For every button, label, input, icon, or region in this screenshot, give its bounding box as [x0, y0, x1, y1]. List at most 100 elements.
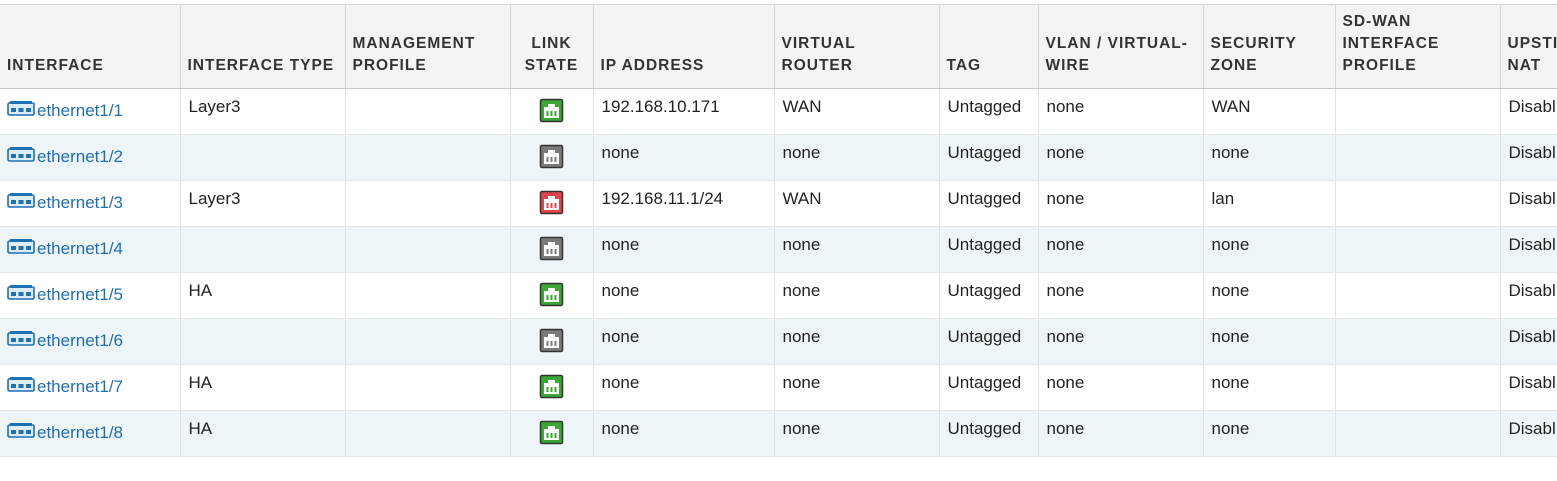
interface-link[interactable]: ethernet1/1 — [7, 100, 123, 122]
cell-ip: none — [593, 364, 775, 411]
table-row[interactable]: ethernet1/4 none none Untagged none none Disab… — [0, 226, 1557, 273]
column-header-line: SECURITY — [1210, 35, 1297, 52]
zone-value: WAN — [1211, 97, 1251, 116]
table-row[interactable]: ethernet1/5 HA none none Untagged none none Dis… — [0, 272, 1557, 319]
cell-type: Layer3 — [180, 88, 346, 135]
cell-type: HA — [180, 272, 346, 319]
link-up-icon — [539, 420, 564, 449]
cell-vlan: none — [1038, 410, 1204, 457]
interface-link[interactable]: ethernet1/7 — [7, 376, 123, 398]
table-row[interactable]: ethernet1/7 HA none none Untagged none none Dis… — [0, 364, 1557, 411]
table-row[interactable]: ethernet1/3 Layer3 192.168.11.1/24 WAN Untag… — [0, 180, 1557, 227]
cell-vlan: none — [1038, 272, 1204, 319]
tag-value: Untagged — [947, 327, 1022, 346]
cell-zone: lan — [1203, 180, 1336, 227]
column-header-line: WIRE — [1045, 57, 1090, 74]
ip-value: none — [601, 373, 640, 392]
column-header-link[interactable]: LINK STATE — [510, 4, 594, 89]
cell-tag: Untagged — [939, 134, 1039, 181]
interface-link[interactable]: ethernet1/2 — [7, 146, 123, 168]
table-row[interactable]: ethernet1/2 none none Untagged none none Disab… — [0, 134, 1557, 181]
interface-name: ethernet1/8 — [37, 423, 124, 442]
vlan-value: none — [1046, 189, 1085, 208]
type-value: Layer3 — [188, 97, 241, 116]
cell-vlan: none — [1038, 88, 1204, 135]
cell-link — [510, 364, 594, 411]
cell-zone: none — [1203, 318, 1336, 365]
type-value: HA — [188, 419, 213, 438]
vr-value: none — [782, 235, 821, 254]
cell-zone: none — [1203, 410, 1336, 457]
tag-value: Untagged — [947, 281, 1022, 300]
cell-vlan: none — [1038, 180, 1204, 227]
tag-value: Untagged — [947, 419, 1022, 438]
cell-zone: none — [1203, 226, 1336, 273]
upstream-value: Disabl — [1508, 97, 1556, 116]
tag-value: Untagged — [947, 235, 1022, 254]
column-header-line: IP ADDRESS — [600, 57, 705, 74]
column-header-type[interactable]: INTERFACE TYPE — [180, 4, 346, 89]
cell-vr: WAN — [774, 180, 940, 227]
column-header-line: PROFILE — [352, 57, 427, 74]
column-header-ip[interactable]: IP ADDRESS — [593, 4, 775, 89]
link-up-icon — [539, 98, 564, 127]
ethernet-port-icon — [7, 376, 37, 398]
column-header-line: INTERFACE — [7, 57, 104, 74]
table-row[interactable]: ethernet1/8 HA none none Untagged none none Dis… — [0, 410, 1557, 457]
link-unknown-icon — [539, 328, 564, 357]
ip-value: none — [601, 419, 640, 438]
column-header-vr[interactable]: VIRTUAL ROUTER — [774, 4, 940, 89]
cell-upstream: Disabl — [1500, 410, 1557, 457]
zone-value: none — [1211, 373, 1250, 392]
type-value: Layer3 — [188, 189, 241, 208]
cell-tag: Untagged — [939, 88, 1039, 135]
cell-sdwan — [1335, 364, 1501, 411]
vlan-value: none — [1046, 327, 1085, 346]
cell-interface: ethernet1/4 — [0, 226, 181, 273]
interface-link[interactable]: ethernet1/6 — [7, 330, 123, 352]
ip-value: none — [601, 327, 640, 346]
tag-value: Untagged — [947, 189, 1022, 208]
zone-value: lan — [1211, 189, 1235, 208]
column-header-vlan[interactable]: VLAN / VIRTUAL- WIRE — [1038, 4, 1204, 89]
cell-vlan: none — [1038, 318, 1204, 365]
vr-value: WAN — [782, 97, 822, 116]
cell-mgmt — [345, 88, 511, 135]
table-body: ethernet1/1 Layer3 192.168.10.171 WAN Untagg… — [0, 88, 1557, 457]
tag-value: Untagged — [947, 97, 1022, 116]
table-row[interactable]: ethernet1/1 Layer3 192.168.10.171 WAN Untagg… — [0, 88, 1557, 135]
ethernet-port-icon — [7, 330, 37, 352]
column-header-mgmt[interactable]: MANAGEMENT PROFILE — [345, 4, 511, 89]
table-row[interactable]: ethernet1/6 none none Untagged none none Disab… — [0, 318, 1557, 365]
column-header-sdwan[interactable]: SD-WAN INTERFACE PROFILE — [1335, 4, 1501, 89]
link-unknown-icon — [539, 236, 564, 265]
column-header-line: VIRTUAL — [781, 35, 856, 52]
cell-upstream: Disabl — [1500, 134, 1557, 181]
type-value: HA — [188, 281, 213, 300]
interface-link[interactable]: ethernet1/8 — [7, 422, 123, 444]
cell-vr: none — [774, 364, 940, 411]
column-header-upstream[interactable]: UPSTI NAT — [1500, 4, 1557, 89]
interface-link[interactable]: ethernet1/3 — [7, 192, 123, 214]
column-header-line: ZONE — [1210, 57, 1258, 74]
interface-link[interactable]: ethernet1/5 — [7, 284, 123, 306]
cell-vr: none — [774, 318, 940, 365]
cell-sdwan — [1335, 134, 1501, 181]
column-header-line: MANAGEMENT — [352, 35, 476, 52]
interface-link[interactable]: ethernet1/4 — [7, 238, 123, 260]
cell-upstream: Disabl — [1500, 272, 1557, 319]
cell-mgmt — [345, 364, 511, 411]
column-header-line: INTERFACE TYPE — [187, 57, 335, 74]
column-header-interface[interactable]: INTERFACE — [0, 4, 181, 89]
cell-sdwan — [1335, 410, 1501, 457]
ethernet-port-icon — [7, 284, 37, 306]
cell-interface: ethernet1/3 — [0, 180, 181, 227]
vlan-value: none — [1046, 143, 1085, 162]
column-header-tag[interactable]: TAG — [939, 4, 1039, 89]
column-header-zone[interactable]: SECURITY ZONE — [1203, 4, 1336, 89]
cell-interface: ethernet1/8 — [0, 410, 181, 457]
cell-ip: none — [593, 410, 775, 457]
tag-value: Untagged — [947, 373, 1022, 392]
cell-type — [180, 226, 346, 273]
vr-value: none — [782, 281, 821, 300]
